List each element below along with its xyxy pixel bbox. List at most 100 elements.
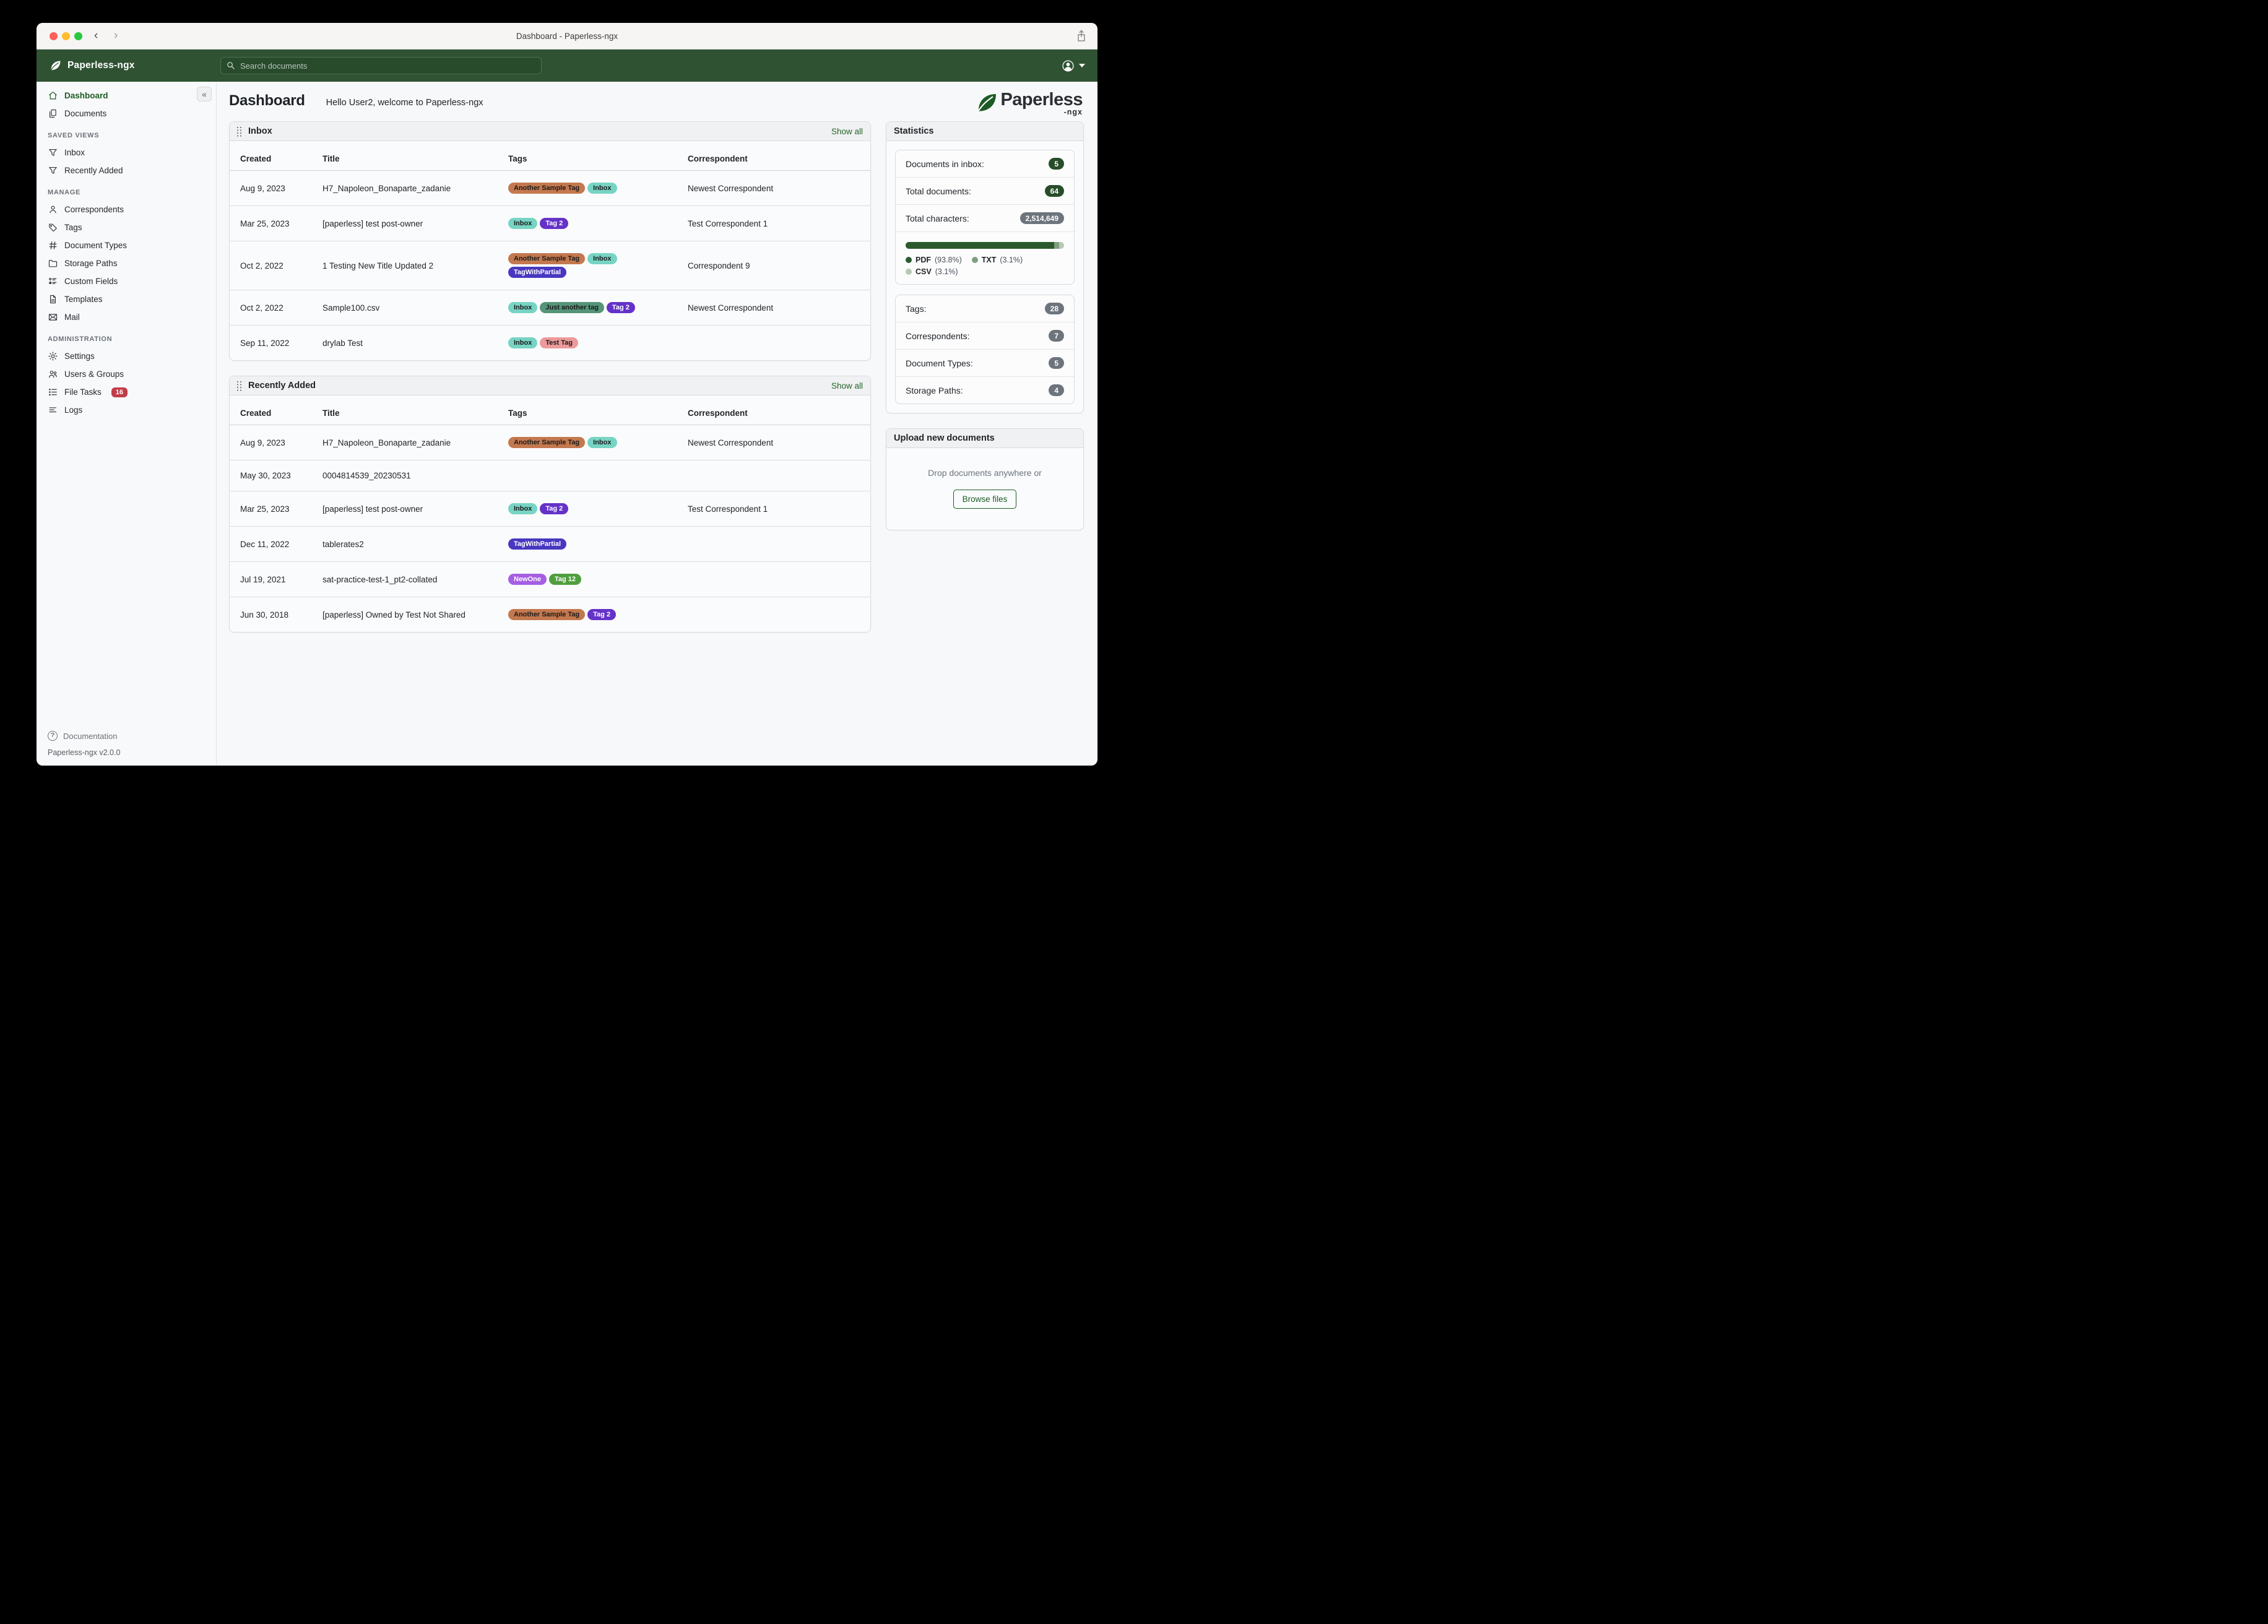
tag-badge[interactable]: Tag 2 bbox=[540, 503, 569, 514]
statistics-primary-list: Documents in inbox: 5 Total documents: 64 To… bbox=[895, 150, 1075, 285]
tag-badge[interactable]: Tag 12 bbox=[549, 574, 582, 585]
tag-icon bbox=[48, 222, 58, 233]
stat-value-badge: 64 bbox=[1044, 185, 1064, 197]
doc-title: [paperless] Owned by Test Not Shared bbox=[322, 610, 465, 620]
doc-title: H7_Napoleon_Bonaparte_zadanie bbox=[318, 425, 503, 460]
tag-badge[interactable]: Inbox bbox=[508, 302, 538, 313]
file-tasks-count-badge: 16 bbox=[111, 387, 128, 397]
sidebar-item-tags[interactable]: Tags bbox=[37, 218, 216, 236]
app-version: Paperless-ngx v2.0.0 bbox=[48, 748, 121, 757]
sidebar-collapse-button[interactable]: « bbox=[197, 87, 212, 102]
tag-badge[interactable]: Inbox bbox=[587, 183, 617, 194]
tag-badge[interactable]: Another Sample Tag bbox=[508, 609, 586, 620]
document-row[interactable]: Oct 2, 2022 1 Testing New Title Updated 2… bbox=[230, 241, 870, 290]
sidebar-section-label: SAVED VIEWS bbox=[48, 132, 100, 139]
tag-badge[interactable]: Just another tag bbox=[540, 302, 604, 313]
doc-correspondent bbox=[683, 326, 870, 361]
legend-dot bbox=[971, 257, 978, 263]
stat-value-badge: 5 bbox=[1049, 357, 1064, 369]
brand[interactable]: Paperless-ngx bbox=[49, 59, 204, 72]
document-row[interactable]: Jun 30, 2018 [paperless] Owned by Test No… bbox=[230, 597, 870, 633]
stat-label: Tags: bbox=[906, 303, 927, 314]
sidebar-item-correspondents[interactable]: Correspondents bbox=[37, 201, 216, 218]
stat-value-badge: 2,514,649 bbox=[1019, 212, 1064, 224]
stat-label: Total characters: bbox=[906, 213, 969, 223]
sidebar-item-storage-paths[interactable]: Storage Paths bbox=[37, 254, 216, 272]
sidebar-item-inbox[interactable]: Inbox bbox=[37, 144, 216, 162]
doc-created: Oct 2, 2022 bbox=[230, 241, 318, 290]
app-navbar: Paperless-ngx bbox=[37, 50, 1097, 82]
search-input[interactable] bbox=[220, 57, 542, 74]
window-title: Dashboard - Paperless-ngx bbox=[516, 32, 618, 41]
sidebar-item-documents[interactable]: Documents bbox=[37, 105, 216, 123]
tasks-icon bbox=[48, 387, 58, 397]
tag-badge[interactable]: Inbox bbox=[508, 218, 538, 229]
sidebar-item-custom-fields[interactable]: Custom Fields bbox=[37, 272, 216, 290]
tag-badge[interactable]: Another Sample Tag bbox=[508, 437, 586, 448]
inbox-title: Inbox bbox=[248, 126, 272, 136]
doc-tags: Another Sample Tag Inbox bbox=[503, 170, 683, 206]
document-row[interactable]: Jul 19, 2021 sat-practice-test-1_pt2-coll… bbox=[230, 561, 870, 597]
drag-handle-icon[interactable] bbox=[237, 381, 243, 391]
search-icon bbox=[226, 61, 235, 73]
sidebar-item-dashboard[interactable]: Dashboard bbox=[37, 87, 216, 105]
tag-badge[interactable]: Inbox bbox=[587, 437, 617, 448]
document-row[interactable]: Sep 11, 2022 drylab Test Inbox Test Tag bbox=[230, 326, 870, 361]
tag-badge[interactable]: Tag 2 bbox=[540, 218, 569, 229]
sidebar-item-templates[interactable]: Templates bbox=[37, 290, 216, 308]
share-icon[interactable] bbox=[1076, 30, 1086, 45]
tag-badge[interactable]: NewOne bbox=[508, 574, 547, 585]
recently-added-card: Recently Added Show all Created Title Tags Co… bbox=[229, 376, 871, 633]
tag-badge[interactable]: Another Sample Tag bbox=[508, 253, 586, 264]
drag-handle-icon[interactable] bbox=[237, 126, 243, 136]
doc-created: Jun 30, 2018 bbox=[240, 610, 289, 620]
page-title: Dashboard bbox=[229, 92, 305, 109]
tag-badge[interactable]: Tag 2 bbox=[606, 302, 635, 313]
document-row[interactable]: Aug 9, 2023 H7_Napoleon_Bonaparte_zadanie… bbox=[230, 425, 870, 460]
column-header-correspondent: Correspondent bbox=[683, 141, 870, 171]
inbox-show-all-link[interactable]: Show all bbox=[831, 127, 863, 136]
legend-name: PDF bbox=[915, 256, 931, 264]
sidebar-item-file-tasks[interactable]: File Tasks 16 bbox=[37, 383, 216, 401]
browse-files-button[interactable]: Browse files bbox=[953, 490, 1017, 509]
document-row[interactable]: May 30, 2023 0004814539_20230531 bbox=[230, 460, 870, 491]
sidebar-item-label: Custom Fields bbox=[64, 277, 118, 286]
main-content: Dashboard Hello User2, welcome to Paperl… bbox=[217, 82, 1097, 766]
document-row[interactable]: Dec 11, 2022 tablerates2 TagWithPartial bbox=[230, 526, 870, 562]
recently-added-show-all-link[interactable]: Show all bbox=[831, 381, 863, 391]
sidebar-item-mail[interactable]: Mail bbox=[37, 308, 216, 326]
user-menu[interactable] bbox=[1062, 59, 1085, 72]
tag-badge[interactable]: Inbox bbox=[508, 503, 538, 514]
tag-badge[interactable]: Inbox bbox=[587, 253, 617, 264]
column-header-title: Title bbox=[318, 141, 503, 171]
logo-word: Paperless bbox=[1000, 90, 1083, 110]
column-header-tags: Tags bbox=[503, 395, 683, 425]
column-header-created: Created bbox=[230, 141, 318, 171]
tag-badge[interactable]: Tag 2 bbox=[587, 609, 617, 620]
tag-badge[interactable]: Test Tag bbox=[540, 337, 578, 348]
sidebar-item-document-types[interactable]: Document Types bbox=[37, 236, 216, 254]
progress-segment-pdf bbox=[906, 242, 1055, 249]
sidebar-item-documentation[interactable]: ? Documentation bbox=[37, 727, 216, 745]
tag-badge[interactable]: Inbox bbox=[508, 337, 538, 348]
progress-segment-txt bbox=[1054, 242, 1060, 249]
doc-tags: TagWithPartial bbox=[503, 526, 683, 562]
leaf-icon bbox=[50, 61, 61, 71]
sidebar-item-logs[interactable]: Logs bbox=[37, 401, 216, 419]
sidebar-item-settings[interactable]: Settings bbox=[37, 347, 216, 365]
sidebar-item-users-groups[interactable]: Users & Groups bbox=[37, 365, 216, 383]
tag-badge[interactable]: TagWithPartial bbox=[508, 267, 567, 278]
sidebar-item-label: Correspondents bbox=[64, 205, 124, 214]
document-row[interactable]: Mar 25, 2023 [paperless] test post-owner I… bbox=[230, 491, 870, 527]
doc-created: Jul 19, 2021 bbox=[230, 561, 318, 597]
upload-dropzone[interactable]: Drop documents anywhere or Browse files bbox=[886, 448, 1083, 530]
document-row[interactable]: Aug 9, 2023 H7_Napoleon_Bonaparte_zadanie… bbox=[230, 170, 870, 206]
sidebar-item-recently-added[interactable]: Recently Added bbox=[37, 162, 216, 179]
document-row[interactable]: Mar 25, 2023 [paperless] test post-owner I… bbox=[230, 205, 870, 241]
sidebar-item-label: Dashboard bbox=[64, 91, 108, 100]
statistics-header: Statistics bbox=[886, 122, 1083, 141]
sidebar-item-label: Settings bbox=[64, 352, 95, 361]
tag-badge[interactable]: Another Sample Tag bbox=[508, 183, 586, 194]
document-row[interactable]: Oct 2, 2022 Sample100.csv Inbox Just anothe… bbox=[230, 290, 870, 326]
tag-badge[interactable]: TagWithPartial bbox=[508, 538, 567, 550]
